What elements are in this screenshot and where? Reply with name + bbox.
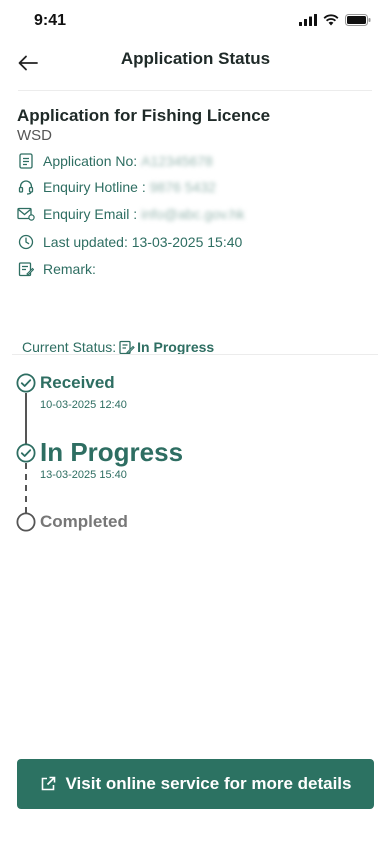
page-title: Application Status — [120, 49, 271, 68]
empty-circle-icon — [16, 512, 36, 532]
divider — [12, 354, 378, 355]
remark-row: Remark: — [17, 259, 96, 279]
last-updated-row: Last updated: 13-03-2025 15:40 — [17, 232, 242, 252]
check-circle-icon — [16, 373, 36, 393]
timeline-step-label: In Progress — [40, 437, 184, 467]
edit-document-icon — [119, 340, 135, 354]
application-number-row: Application No: A12345678 — [17, 151, 213, 171]
application-number-label: Application No: — [43, 153, 138, 169]
timeline-step-label: Completed — [40, 512, 128, 531]
enquiry-hotline-label: Enquiry Hotline : — [43, 179, 146, 195]
signal-icon — [299, 14, 317, 26]
navigation-bar: Application Status — [0, 44, 391, 84]
timeline-connector — [25, 393, 27, 444]
remark-label: Remark: — [43, 261, 96, 277]
visit-online-service-label: Visit online service for more details — [65, 774, 352, 793]
application-title: Application for Fishing Licence — [17, 106, 271, 125]
enquiry-email-row: Enquiry Email : info@abc.gov.hk — [17, 204, 245, 224]
enquiry-email-value[interactable]: info@abc.gov.hk — [141, 206, 244, 222]
divider — [18, 90, 372, 91]
enquiry-email-label: Enquiry Email : — [43, 206, 138, 222]
current-status: Current Status: In Progress — [22, 339, 214, 355]
visit-online-service-button[interactable]: Visit online service for more details — [17, 759, 374, 809]
current-status-label: Current Status: — [22, 339, 117, 355]
application-department: WSD — [17, 127, 52, 144]
timeline-connector-dashed — [25, 463, 27, 513]
status-time: 9:41 — [34, 12, 67, 29]
document-icon — [17, 152, 35, 170]
wifi-icon — [323, 14, 339, 26]
current-status-value: In Progress — [137, 339, 215, 355]
enquiry-hotline-value[interactable]: 9876 5432 — [150, 179, 216, 195]
timeline-step-date: 10-03-2025 12:40 — [40, 399, 127, 411]
headset-icon — [17, 178, 35, 196]
check-circle-icon — [16, 443, 36, 463]
battery-icon — [345, 14, 371, 26]
timeline-step-date: 13-03-2025 15:40 — [40, 469, 127, 481]
application-number-value: A12345678 — [141, 153, 213, 169]
status-icons — [299, 14, 371, 26]
enquiry-hotline-row: Enquiry Hotline : 9876 5432 — [17, 177, 216, 197]
external-link-icon — [41, 776, 55, 791]
note-icon — [17, 260, 35, 278]
status-bar: 9:41 — [0, 0, 391, 44]
clock-icon — [17, 233, 35, 251]
timeline-step-label: Received — [40, 373, 115, 392]
mail-icon — [17, 205, 35, 223]
last-updated-text: Last updated: 13-03-2025 15:40 — [43, 234, 243, 250]
